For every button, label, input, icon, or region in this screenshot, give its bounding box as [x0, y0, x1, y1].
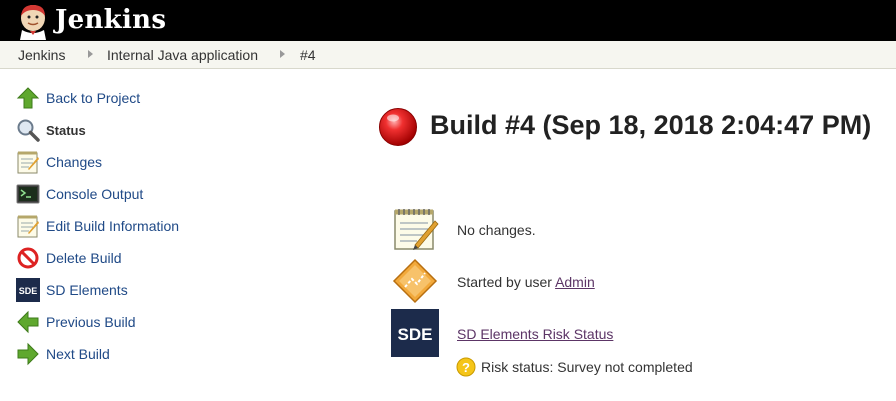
breadcrumb-item-jenkins[interactable]: Jenkins [18, 47, 65, 63]
sidebar-item-label: Delete Build [46, 250, 122, 266]
sidebar-item-label: Next Build [46, 346, 110, 362]
sidebar-item-back-to-project[interactable]: Back to Project [16, 86, 316, 110]
sde-icon: SDE [391, 309, 439, 357]
page-title: Build #4 (Sep 18, 2018 2:04:47 PM) [430, 110, 872, 140]
notepad-icon [394, 209, 439, 250]
sidebar-item-console-output[interactable]: Console Output [16, 182, 316, 206]
sd-elements-risk-status-link[interactable]: SD Elements Risk Status [457, 326, 613, 342]
user-admin-link[interactable]: Admin [555, 274, 595, 290]
started-by-prefix: Started by user [457, 274, 556, 290]
sidebar-item-next-build[interactable]: Next Build [16, 342, 316, 366]
up-arrow-icon [16, 87, 40, 109]
sidebar-item-changes[interactable]: Changes [16, 150, 316, 174]
sidebar-item-label: SD Elements [46, 282, 128, 298]
sidebar-item-edit-build-information[interactable]: Edit Build Information [16, 214, 316, 238]
sidebar-item-delete-build[interactable]: Delete Build [16, 246, 316, 270]
sde-icon: SDE [16, 278, 40, 302]
risk-status-text: Risk status: Survey not completed [481, 359, 693, 375]
sidebar-item-sd-elements[interactable]: SDE SD Elements [16, 278, 316, 302]
no-entry-icon [17, 247, 39, 269]
user-cause-icon [392, 258, 438, 304]
magnifier-icon [17, 119, 40, 142]
sidebar-item-label: Changes [46, 154, 103, 170]
breadcrumb-item-build[interactable]: #4 [300, 47, 316, 63]
right-arrow-icon [17, 342, 39, 366]
svg-text:?: ? [462, 360, 470, 375]
sidebar-item-label: Previous Build [46, 314, 136, 330]
sidebar-item-label: Back to Project [46, 90, 141, 106]
sidebar-item-label: Console Output [46, 186, 144, 202]
terminal-icon [16, 184, 40, 204]
left-arrow-icon [17, 310, 39, 334]
notepad-icon [17, 215, 39, 238]
build-status-red-ball-icon [379, 108, 417, 146]
jenkins-butler-logo-icon[interactable] [14, 2, 52, 40]
breadcrumb: Jenkins Internal Java application #4 [0, 41, 896, 69]
sidebar-item-label: Status [46, 123, 86, 138]
breadcrumb-separator-icon [280, 50, 285, 58]
breadcrumb-separator-icon [88, 50, 93, 58]
app-title[interactable]: Jenkins [55, 3, 166, 37]
changes-text: No changes. [457, 222, 536, 238]
svg-text:SDE: SDE [398, 325, 433, 344]
sidebar-item-previous-build[interactable]: Previous Build [16, 310, 316, 334]
svg-text:SDE: SDE [19, 286, 38, 296]
top-header: Jenkins [0, 0, 896, 41]
notepad-icon [17, 151, 39, 174]
sidebar-item-label: Edit Build Information [46, 218, 180, 234]
started-by-text: Started by user Admin [457, 274, 595, 290]
question-mark-icon: ? [456, 357, 476, 377]
sidebar-item-status[interactable]: Status [16, 118, 316, 142]
breadcrumb-item-project[interactable]: Internal Java application [107, 47, 258, 63]
